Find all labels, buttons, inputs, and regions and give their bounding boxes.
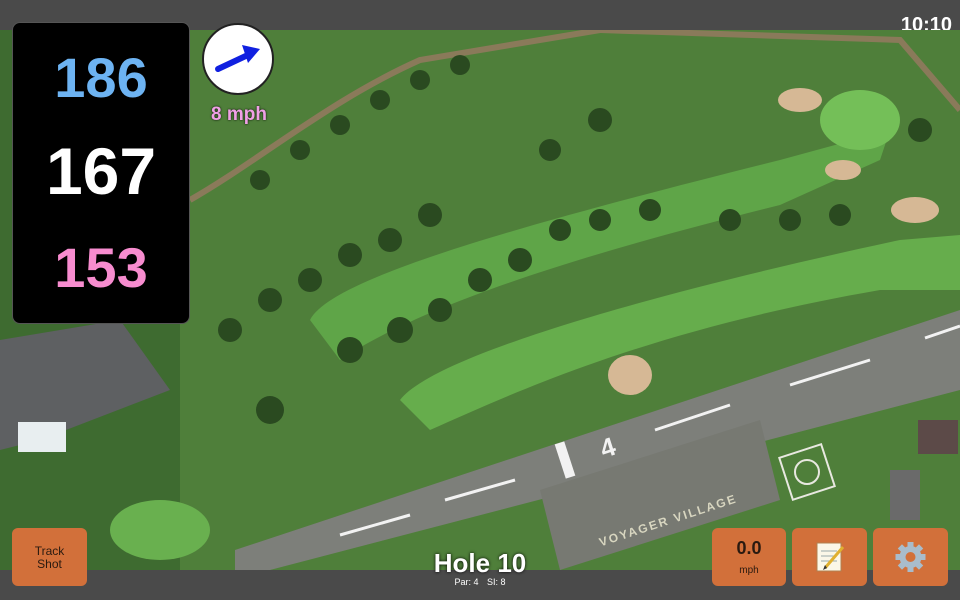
speed-value: 0.0 bbox=[736, 538, 762, 558]
back-distance: 186 bbox=[54, 46, 148, 109]
speed-unit: mph bbox=[739, 565, 759, 576]
hole-info: Par: 4 SI: 8 bbox=[380, 577, 580, 587]
wind-speed: 8 mph bbox=[211, 104, 267, 125]
arrow-icon bbox=[215, 45, 260, 72]
wind-indicator bbox=[202, 23, 274, 95]
hole-par: Par: 4 bbox=[454, 577, 479, 587]
gear-icon bbox=[895, 542, 926, 572]
notepad-icon bbox=[816, 542, 845, 572]
track-shot-label-line2: Shot bbox=[37, 557, 62, 571]
hole-title: Hole 10 bbox=[433, 548, 527, 578]
settings-button[interactable] bbox=[873, 528, 948, 586]
speed-button[interactable]: 0.0 mph bbox=[712, 528, 786, 586]
track-shot-button[interactable]: Track Shot bbox=[12, 528, 87, 586]
notes-button[interactable] bbox=[792, 528, 867, 586]
distance-panel: 186 167 153 bbox=[12, 22, 190, 324]
middle-distance: 167 bbox=[45, 134, 157, 208]
front-distance: 153 bbox=[54, 236, 148, 299]
hole-stroke-index: SI: 8 bbox=[487, 577, 506, 587]
